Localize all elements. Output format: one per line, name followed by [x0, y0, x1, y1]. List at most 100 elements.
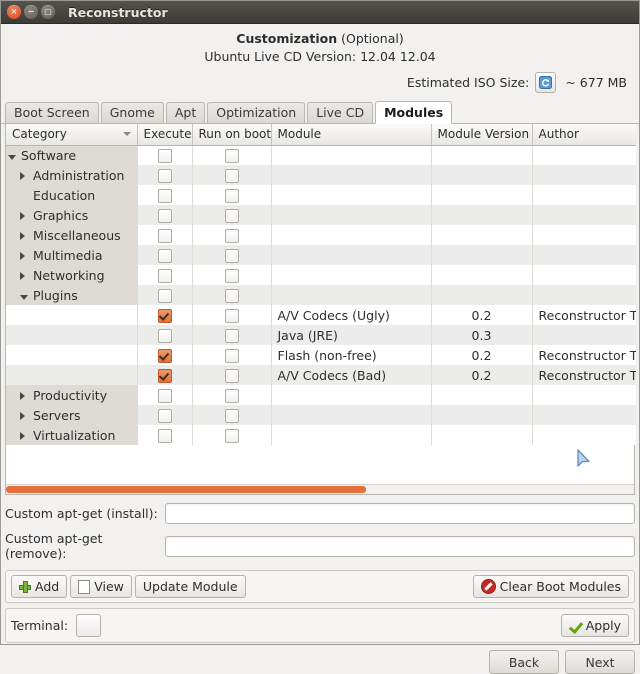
- cell-run-on-boot-checkbox[interactable]: [224, 408, 239, 423]
- terminal-bar: Terminal: Apply: [5, 608, 635, 643]
- table-row[interactable]: Networking: [6, 265, 636, 285]
- cell-module: [271, 265, 432, 285]
- clear-boot-modules-button[interactable]: Clear Boot Modules: [472, 575, 629, 598]
- cell-module-version: [431, 245, 533, 265]
- tab-live-cd[interactable]: Live CD: [307, 102, 374, 123]
- cell-execute-checkbox[interactable]: [157, 228, 172, 243]
- cell-execute-checkbox[interactable]: [157, 248, 172, 263]
- cell-run-on-boot-checkbox[interactable]: [224, 228, 239, 243]
- cell-execute-checkbox[interactable]: [157, 208, 172, 223]
- page-title: Customization (Optional): [11, 31, 629, 47]
- cell-run-on-boot-checkbox[interactable]: [224, 168, 239, 183]
- expand-arrow-right-icon[interactable]: [20, 408, 30, 423]
- cell-run-on-boot-checkbox[interactable]: [224, 368, 239, 383]
- cell-execute-checkbox[interactable]: [157, 328, 172, 343]
- view-button[interactable]: View: [70, 575, 132, 598]
- cell-execute-checkbox[interactable]: [157, 288, 172, 303]
- cell-run-on-boot-checkbox[interactable]: [224, 308, 239, 323]
- cell-run-on-boot-checkbox[interactable]: [224, 428, 239, 443]
- column-header-author[interactable]: Author: [532, 124, 636, 146]
- terminal-checkbox[interactable]: [76, 614, 102, 637]
- cell-run_on_boot: [192, 185, 272, 205]
- column-header-execute[interactable]: Execute: [137, 124, 193, 146]
- tab-optimization[interactable]: Optimization: [207, 102, 306, 123]
- cell-execute-checkbox[interactable]: [157, 428, 172, 443]
- table-row[interactable]: Administration: [6, 165, 636, 185]
- cell-execute-checkbox[interactable]: [157, 368, 172, 383]
- expand-arrow-right-icon[interactable]: [20, 428, 30, 443]
- refresh-iso-size-button[interactable]: [535, 72, 557, 93]
- window-title: Reconstructor: [68, 4, 168, 20]
- update-module-button[interactable]: Update Module: [134, 575, 246, 598]
- table-row[interactable]: Education: [6, 185, 636, 205]
- tab-gnome[interactable]: Gnome: [100, 102, 164, 123]
- category-label: Multimedia: [33, 247, 103, 263]
- cell-run-on-boot-checkbox[interactable]: [224, 248, 239, 263]
- table-row[interactable]: A/V Codecs (Bad)0.2Reconstructor Tea: [6, 365, 636, 385]
- expand-arrow-down-icon[interactable]: [20, 288, 30, 303]
- cell-run-on-boot-checkbox[interactable]: [224, 188, 239, 203]
- column-header-module[interactable]: Module: [271, 124, 432, 146]
- next-button[interactable]: Next: [565, 650, 635, 674]
- cell-run-on-boot-checkbox[interactable]: [224, 208, 239, 223]
- maximize-button[interactable]: □: [41, 5, 55, 19]
- application-window: × − □ Reconstructor Customization (Optio…: [0, 0, 640, 674]
- table-row[interactable]: A/V Codecs (Ugly)0.2Reconstructor Tea: [6, 305, 636, 325]
- apt-install-input[interactable]: [165, 503, 635, 524]
- cell-run-on-boot-checkbox[interactable]: [224, 149, 239, 163]
- back-button[interactable]: Back: [489, 650, 559, 674]
- apt-remove-input[interactable]: [165, 535, 635, 557]
- cell-run_on_boot: [192, 365, 272, 385]
- cell-run-on-boot-checkbox[interactable]: [224, 328, 239, 343]
- cell-run-on-boot-checkbox[interactable]: [224, 268, 239, 283]
- cell-execute-checkbox[interactable]: [157, 149, 172, 163]
- cell-run_on_boot: [192, 205, 272, 225]
- close-button[interactable]: ×: [7, 5, 21, 19]
- module-toolbar: Add View Update Module Clear Boot Module…: [5, 570, 635, 603]
- tab-boot-screen[interactable]: Boot Screen: [5, 102, 99, 123]
- table-row[interactable]: Software: [6, 145, 636, 165]
- minimize-button[interactable]: −: [24, 5, 38, 19]
- cell-module: [271, 225, 432, 245]
- cell-run-on-boot-checkbox[interactable]: [224, 288, 239, 303]
- table-row[interactable]: Flash (non-free)0.2Reconstructor Tea: [6, 345, 636, 365]
- add-button[interactable]: Add: [11, 575, 68, 598]
- table-row[interactable]: Plugins: [6, 285, 636, 305]
- cell-category: [6, 345, 138, 365]
- category-label: Software: [21, 147, 77, 163]
- apply-button[interactable]: Apply: [560, 614, 629, 637]
- cell-author: [532, 285, 636, 305]
- cell-execute-checkbox[interactable]: [157, 408, 172, 423]
- category-label: Networking: [33, 267, 105, 283]
- table-row[interactable]: Servers: [6, 405, 636, 425]
- table-row[interactable]: Multimedia: [6, 245, 636, 265]
- expand-arrow-right-icon[interactable]: [20, 208, 30, 223]
- table-row[interactable]: Virtualization: [6, 425, 636, 445]
- cell-execute-checkbox[interactable]: [157, 168, 172, 183]
- table-row[interactable]: Graphics: [6, 205, 636, 225]
- cell-execute-checkbox[interactable]: [157, 388, 172, 403]
- table-row[interactable]: Miscellaneous: [6, 225, 636, 245]
- tab-modules[interactable]: Modules: [375, 101, 453, 124]
- expand-arrow-down-icon[interactable]: [8, 148, 18, 163]
- cell-run-on-boot-checkbox[interactable]: [224, 388, 239, 403]
- cell-execute-checkbox[interactable]: [157, 268, 172, 283]
- expand-arrow-right-icon[interactable]: [20, 168, 30, 183]
- cell-execute-checkbox[interactable]: [157, 348, 172, 363]
- horizontal-scrollbar[interactable]: [6, 484, 634, 494]
- cell-author: [532, 325, 636, 345]
- expand-arrow-right-icon[interactable]: [20, 268, 30, 283]
- column-header-run-on-boot[interactable]: Run on boot: [192, 124, 272, 146]
- table-row[interactable]: Java (JRE) 0.3: [6, 325, 636, 345]
- horizontal-scrollbar-thumb[interactable]: [6, 486, 366, 493]
- cell-execute-checkbox[interactable]: [157, 188, 172, 203]
- table-row[interactable]: Productivity: [6, 385, 636, 405]
- expand-arrow-right-icon[interactable]: [20, 388, 30, 403]
- tab-apt[interactable]: Apt: [165, 102, 206, 123]
- column-header-category[interactable]: Category: [6, 124, 138, 146]
- cell-run-on-boot-checkbox[interactable]: [224, 348, 239, 363]
- expand-arrow-right-icon[interactable]: [20, 228, 30, 243]
- column-header-module-version[interactable]: Module Version: [431, 124, 533, 146]
- expand-arrow-right-icon[interactable]: [20, 248, 30, 263]
- cell-execute-checkbox[interactable]: [157, 308, 172, 323]
